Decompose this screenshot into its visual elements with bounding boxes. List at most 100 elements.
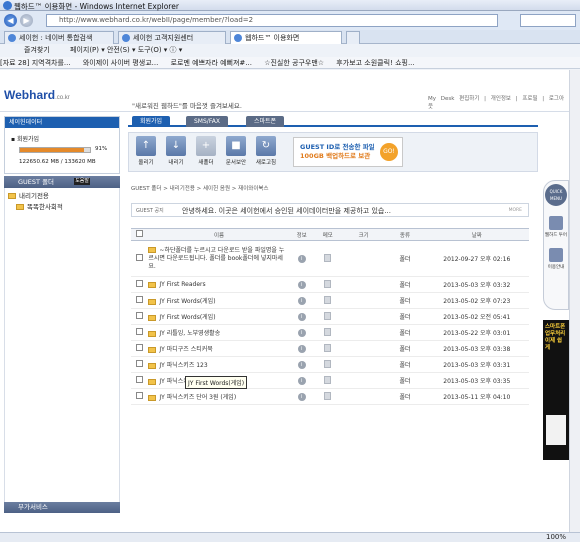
table-row[interactable]: JY 파닉스키즈 단어 3원 (게임) i 폴더 2013-05-11 오후 04:1…	[131, 388, 529, 405]
memo-icon	[324, 279, 332, 288]
folder-icon	[16, 204, 24, 210]
row-checkbox[interactable]	[131, 240, 149, 277]
tab-member-join[interactable]: 회원가입	[132, 116, 171, 127]
memo-icon	[324, 391, 332, 400]
row-info[interactable]: i	[289, 340, 314, 357]
fav-item[interactable]: 후가보고 소원클릭! 쇼핑...	[336, 59, 414, 67]
row-memo[interactable]	[313, 292, 342, 309]
fav-item[interactable]: 와이제이 사이버 평생교...	[83, 59, 159, 67]
guest-backup-promo[interactable]: GUEST ID로 전송한 파일 100GB 백업하드로 보관 GO!	[293, 137, 403, 167]
select-all-checkbox[interactable]	[131, 228, 149, 241]
row-checkbox[interactable]	[131, 308, 149, 325]
row-checkbox[interactable]	[131, 356, 149, 373]
refresh-button[interactable]: ↻ 새로고침	[253, 136, 279, 166]
folder-icon	[148, 362, 157, 369]
row-info[interactable]: i	[289, 276, 314, 293]
fav-toolbar-label[interactable]: 즐겨찾기	[24, 46, 50, 54]
row-memo[interactable]	[313, 276, 342, 293]
row-name[interactable]: JY 마디구즈 스티커북	[148, 340, 290, 357]
row-checkbox[interactable]	[131, 372, 149, 389]
row-name[interactable]: JY 파닉스키즈 123	[148, 356, 290, 373]
new-folder-button[interactable]: + 새폴더	[193, 136, 219, 166]
row-name[interactable]: JY 리틀잉, 노부영생활송	[148, 324, 290, 341]
tree-item[interactable]: 똑똑한사회적	[8, 202, 63, 213]
row-name[interactable]: JY First Words(게임)	[148, 308, 290, 325]
guest-folder-header[interactable]: GUEST 폴더 도움말	[4, 176, 120, 188]
row-checkbox[interactable]	[131, 324, 149, 341]
row-checkbox[interactable]	[131, 276, 149, 293]
browser-tab-2[interactable]: 세이헌 고객지원센터	[118, 31, 226, 44]
row-info[interactable]: i	[289, 240, 314, 277]
row-checkbox[interactable]	[131, 388, 149, 405]
new-tab-button[interactable]	[346, 31, 360, 44]
tab-smartphone[interactable]: 스마트폰	[246, 116, 285, 127]
table-row[interactable]: JY 파닉스키즈 123 i 폴더 2013-05-03 오후 03:31	[131, 356, 529, 373]
guest-help-button[interactable]: 도움말	[74, 178, 90, 185]
row-memo[interactable]	[313, 240, 342, 277]
row-memo[interactable]	[313, 308, 342, 325]
fav-item[interactable]: ☆진실한 공구우맨☆	[264, 59, 324, 67]
vertical-scrollbar[interactable]	[569, 70, 580, 532]
download-button[interactable]: ↓ 내리기	[163, 136, 189, 166]
notice-more-link[interactable]: MORE	[509, 208, 522, 213]
promo-go-button[interactable]: GO!	[380, 143, 398, 161]
header-message: "새로워진 웹하드"를 마음껏 즐겨보세요.	[132, 102, 242, 110]
row-memo[interactable]	[313, 356, 342, 373]
ad-text: 스마트폰 업무처리 이제 쉽게	[545, 324, 566, 351]
row-name[interactable]: JY First Words(게임)	[148, 292, 290, 309]
row-info[interactable]: i	[289, 356, 314, 373]
col-name[interactable]: 이름	[148, 228, 290, 241]
col-type[interactable]: 종류	[385, 228, 425, 241]
row-memo[interactable]	[313, 324, 342, 341]
fav-item[interactable]: [자료 28] 지역격차를...	[0, 59, 71, 67]
search-box[interactable]	[520, 14, 576, 27]
row-name[interactable]: ~하단폴더를 누르시고 다운로드 받을 파일명을 누르시면 다운로드됩니다. 폴…	[148, 240, 290, 277]
upload-button[interactable]: ↑ 올리기	[133, 136, 159, 166]
usage-progress-fill	[20, 148, 84, 152]
table-row[interactable]: JY First Readers i 폴더 2013-05-03 오후 03:32	[131, 276, 529, 293]
tab-sms-fax[interactable]: SMS/FAX	[186, 116, 228, 127]
row-info[interactable]: i	[289, 292, 314, 309]
extra-services-header[interactable]: 부가서비스	[4, 502, 120, 513]
zoom-level[interactable]: 100%	[546, 533, 566, 541]
row-memo[interactable]	[313, 388, 342, 405]
member-join-link[interactable]: ▪ 회원가입	[11, 134, 39, 143]
name-tooltip: JY First Words(게임)	[185, 376, 248, 389]
row-info[interactable]: i	[289, 324, 314, 341]
table-row[interactable]: JY First Words(게임) i 폴더 2013-05-02 오후 07:23	[131, 292, 529, 309]
smartphone-ad[interactable]: 스마트폰 업무처리 이제 쉽게	[543, 320, 569, 460]
command-bar-menus[interactable]: 페이지(P) ▾ 안전(S) ▾ 도구(O) ▾ ⓘ ▾	[70, 46, 182, 54]
col-size[interactable]: 크기	[341, 228, 386, 241]
browser-tab-active[interactable]: 웹하드™ 이용화면	[230, 31, 342, 44]
fav-item[interactable]: 로로멘 예쁘자라 예뻐져#...	[171, 59, 252, 67]
table-row[interactable]: JY 마디구즈 스티커북 i 폴더 2013-05-03 오후 03:38	[131, 340, 529, 357]
quick-item-tour[interactable]: 웹하드 투어	[544, 216, 568, 238]
browser-tab-1[interactable]: 세이헌 : 네이버 통합검색	[4, 31, 114, 44]
row-size	[341, 372, 386, 389]
document-security-button[interactable]: ■ 문서보안	[223, 136, 249, 166]
notice-text[interactable]: 안녕하세요. 이곳은 세이헌에서 승인된 세이데이터만을 제공하고 있습...	[182, 206, 391, 216]
tree-item[interactable]: 내리기전용	[8, 191, 63, 202]
row-info[interactable]: i	[289, 308, 314, 325]
row-info[interactable]: i	[289, 372, 314, 389]
col-date[interactable]: 날짜	[424, 228, 529, 241]
table-row[interactable]: JY 리틀잉, 노부영생활송 i 폴더 2013-05-22 오후 03:01	[131, 324, 529, 341]
row-info[interactable]: i	[289, 388, 314, 405]
row-checkbox[interactable]	[131, 292, 149, 309]
ie-logo-icon	[3, 1, 12, 10]
address-input[interactable]: http://www.webhard.co.kr/webII/page/memb…	[46, 14, 498, 27]
row-memo[interactable]	[313, 372, 342, 389]
table-row[interactable]: JY First Words(게임) i 폴더 2013-05-02 오전 05:41	[131, 308, 529, 325]
folder-icon	[148, 314, 157, 321]
forward-arrow-icon[interactable]: ▶	[20, 14, 33, 27]
header-links[interactable]: My Desk 편집하기 | 개인정보 | 프로필 | 로그아웃	[428, 94, 569, 110]
site-logo[interactable]: Webhard.co.kr	[4, 88, 70, 102]
row-memo[interactable]	[313, 340, 342, 357]
info-icon: i	[297, 328, 306, 337]
table-row[interactable]: ~하단폴더를 누르시고 다운로드 받을 파일명을 누르시면 다운로드됩니다. 폴…	[131, 240, 529, 277]
back-arrow-icon[interactable]: ◀	[4, 14, 17, 27]
row-name[interactable]: JY First Readers	[148, 276, 290, 293]
row-checkbox[interactable]	[131, 340, 149, 357]
quick-item-guide[interactable]: 이용안내	[544, 248, 568, 270]
row-name[interactable]: JY 파닉스키즈 단어 3원 (게임)	[148, 388, 290, 405]
